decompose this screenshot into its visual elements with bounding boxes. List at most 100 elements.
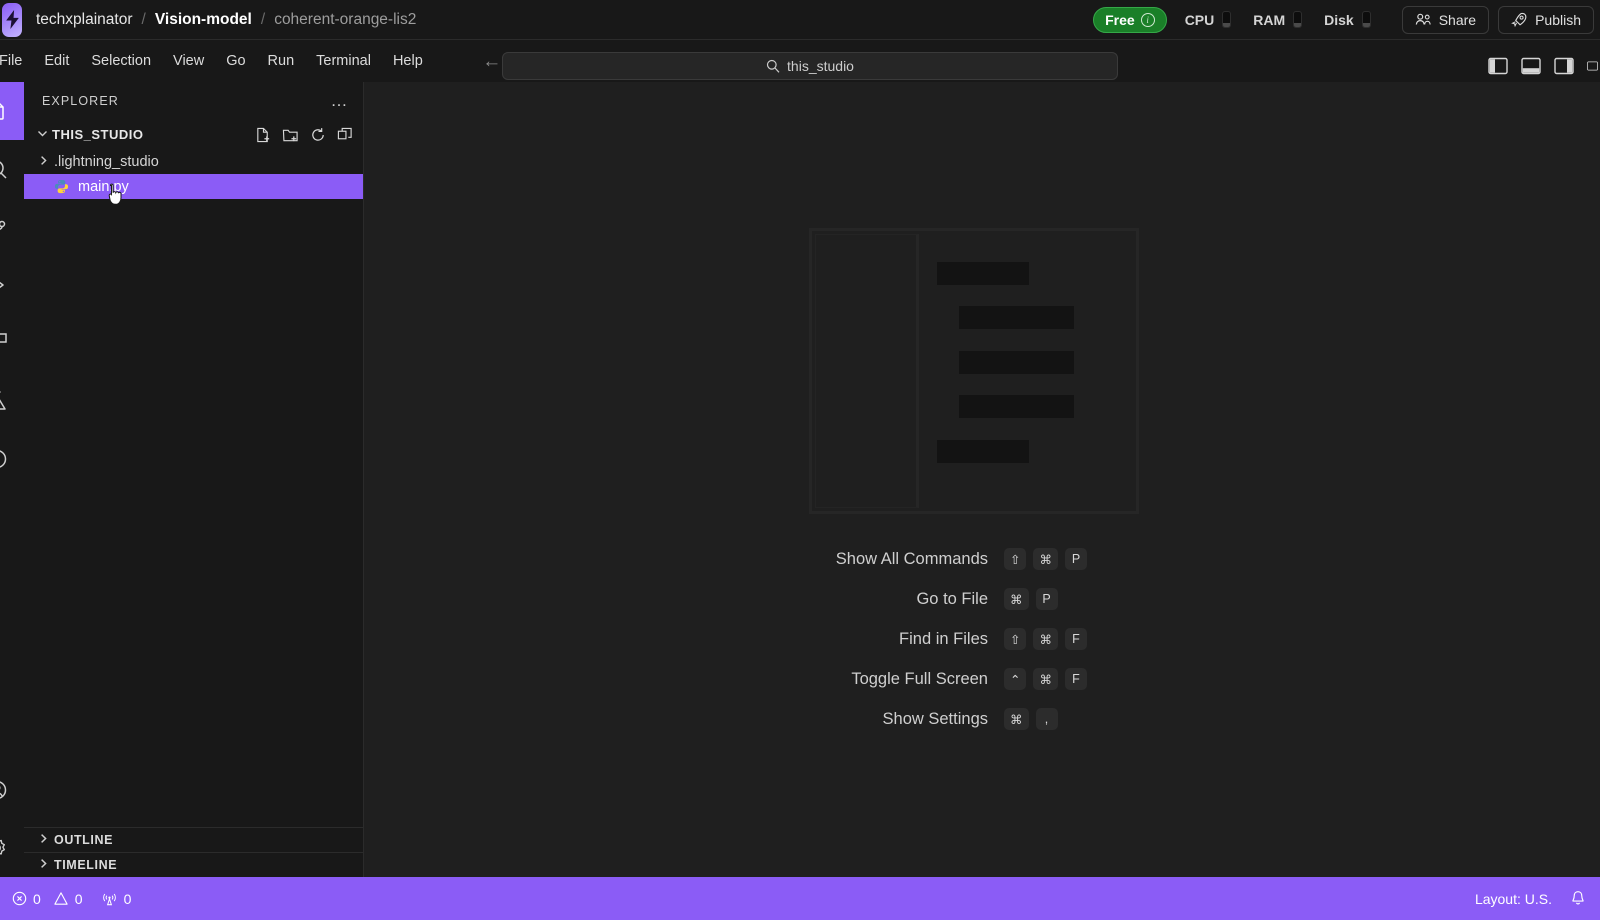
activity-remote-explorer[interactable] — [0, 430, 24, 488]
explorer-actions — [255, 127, 353, 143]
plan-badge-free[interactable]: Free i — [1093, 6, 1167, 33]
search-input[interactable]: this_studio — [502, 52, 1118, 80]
breadcrumb-studio[interactable]: coherent-orange-lis2 — [274, 11, 416, 29]
files-icon — [0, 102, 4, 120]
chevron-right-icon[interactable] — [32, 833, 54, 847]
status-bar-left: 0 0 0 — [0, 891, 131, 907]
cpu-meter[interactable]: CPU — [1185, 11, 1232, 28]
activity-accounts[interactable] — [0, 761, 24, 819]
refresh-icon[interactable] — [310, 127, 326, 143]
menu-file[interactable]: File — [0, 48, 33, 74]
watermark-sidebar-pane — [815, 234, 919, 508]
info-icon[interactable]: i — [1140, 12, 1155, 27]
timeline-panel-header[interactable]: TIMELINE — [24, 852, 363, 877]
shortcut-label: Show Settings — [882, 709, 988, 728]
extensions-icon — [0, 333, 7, 343]
key-cap: F — [1064, 628, 1087, 650]
shortcut-go-to-file[interactable]: Go to File ⌘ P — [364, 588, 1600, 610]
shortcut-label: Go to File — [916, 589, 988, 608]
outline-panel-label: OUTLINE — [54, 833, 114, 847]
explorer-title: EXPLORER — [42, 94, 119, 108]
toggle-primary-sidebar-icon[interactable] — [1488, 56, 1508, 76]
key-cap: ⇧ — [1004, 628, 1027, 650]
toggle-secondary-sidebar-icon[interactable] — [1554, 56, 1574, 76]
shortcut-keys: ⌘ P — [1004, 588, 1600, 610]
breadcrumb-project[interactable]: Vision-model — [155, 11, 252, 29]
key-cap: ⌃ — [1004, 668, 1027, 690]
status-problems[interactable]: 0 0 — [12, 891, 83, 907]
breadcrumb: techxplainator / Vision-model / coherent… — [36, 11, 416, 29]
error-circle-icon — [12, 891, 27, 906]
share-button[interactable]: Share — [1401, 5, 1490, 34]
shortcut-show-settings[interactable]: Show Settings ⌘ , — [364, 708, 1600, 730]
activity-bar-bottom — [0, 761, 24, 877]
status-bar: 0 0 0 Layout: U.S. — [0, 877, 1600, 920]
activity-settings[interactable] — [0, 819, 24, 877]
people-icon — [1415, 13, 1431, 25]
chevron-right-icon[interactable] — [32, 858, 54, 872]
shortcut-show-all-commands[interactable]: Show All Commands ⇧ ⌘ P — [364, 548, 1600, 570]
app-logo[interactable] — [0, 0, 22, 40]
watermark-bar — [937, 262, 1029, 285]
explorer-more-actions-icon[interactable]: … — [331, 92, 350, 109]
menu-run[interactable]: Run — [257, 48, 306, 74]
bolt-glyph-icon — [5, 10, 19, 29]
menu-terminal[interactable]: Terminal — [305, 48, 382, 74]
tree-item-main-py[interactable]: main.py — [24, 174, 363, 199]
publish-button[interactable]: Publish — [1498, 5, 1594, 34]
menu-view[interactable]: View — [162, 48, 215, 74]
breadcrumb-separator-1: / — [141, 10, 146, 28]
disk-meter-gauge — [1361, 11, 1371, 28]
status-ports[interactable]: 0 — [101, 891, 131, 907]
activity-testing[interactable] — [0, 372, 24, 430]
shortcut-label: Toggle Full Screen — [851, 669, 988, 688]
watermark-editor-pane — [919, 234, 1133, 508]
activity-run-and-debug[interactable] — [0, 256, 24, 314]
search-icon — [0, 161, 7, 179]
outline-panel-header[interactable]: OUTLINE — [24, 827, 363, 852]
disk-meter[interactable]: Disk — [1324, 11, 1371, 28]
tree-root-this-studio[interactable]: THIS_STUDIO — [24, 120, 363, 149]
search-input-value: this_studio — [787, 58, 854, 74]
watermark-bar — [959, 351, 1074, 374]
menu-go[interactable]: Go — [215, 48, 256, 74]
chevron-right-icon[interactable] — [32, 155, 54, 169]
tree-item-lightning-studio[interactable]: .lightning_studio — [24, 149, 363, 174]
activity-search[interactable] — [0, 140, 24, 198]
activity-explorer[interactable] — [0, 82, 24, 140]
breadcrumb-org[interactable]: techxplainator — [36, 11, 133, 29]
new-folder-icon[interactable] — [282, 127, 299, 143]
toggle-panel-icon[interactable] — [1521, 56, 1541, 76]
notifications-bell-icon[interactable] — [1570, 890, 1586, 907]
activity-extensions[interactable] — [0, 314, 24, 372]
run-debug-icon — [0, 281, 4, 289]
bell-icon — [1572, 891, 1584, 905]
share-button-label: Share — [1438, 11, 1477, 28]
timeline-panel-label: TIMELINE — [54, 858, 118, 872]
shortcut-toggle-full-screen[interactable]: Toggle Full Screen ⌃ ⌘ F — [364, 668, 1600, 690]
watermark-bar — [959, 306, 1074, 329]
ram-meter[interactable]: RAM — [1253, 11, 1303, 28]
shortcut-find-in-files[interactable]: Find in Files ⇧ ⌘ F — [364, 628, 1600, 650]
menu-selection[interactable]: Selection — [80, 48, 162, 74]
welcome-shortcuts-list: Show All Commands ⇧ ⌘ P Go to File ⌘ P F… — [364, 548, 1600, 730]
shortcut-label: Find in Files — [899, 629, 988, 648]
cpu-meter-label: CPU — [1184, 11, 1215, 28]
watermark-bar — [959, 395, 1074, 418]
menu-edit[interactable]: Edit — [33, 48, 80, 74]
chevron-down-icon[interactable] — [32, 128, 52, 142]
breadcrumb-separator-2: / — [260, 10, 266, 28]
lightning-bolt-logo-icon — [2, 2, 22, 37]
collapse-all-icon[interactable] — [337, 127, 353, 143]
radio-tower-icon — [102, 893, 116, 906]
status-keyboard-layout[interactable]: Layout: U.S. — [1475, 891, 1552, 907]
activity-source-control[interactable] — [0, 198, 24, 256]
new-file-icon[interactable] — [255, 127, 271, 143]
shortcut-keys: ⌃ ⌘ F — [1004, 668, 1600, 690]
navigate-back-icon[interactable]: ← — [482, 52, 502, 71]
shortcut-label: Show All Commands — [835, 549, 988, 568]
menu-help[interactable]: Help — [382, 48, 434, 74]
title-bar: techxplainator / Vision-model / coherent… — [0, 0, 1600, 40]
errors-count: 0 — [33, 890, 41, 907]
customize-layout-icon[interactable] — [1587, 56, 1598, 76]
